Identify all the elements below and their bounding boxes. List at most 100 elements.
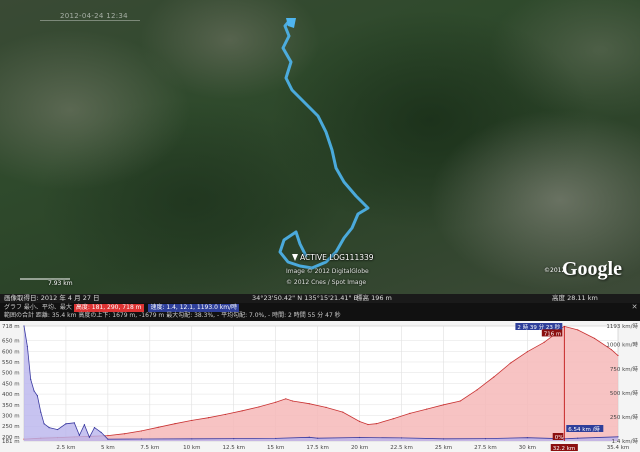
x-tick-label: 12.5 km [222,445,245,451]
gps-track-start-marker [286,18,296,28]
track-label[interactable]: ACTIVE LOG111339 [300,253,374,262]
gps-track [278,18,370,270]
right-tick-label: 500 km/時 [610,389,639,397]
series-point-elevation [426,408,428,410]
series-point-speed [78,434,80,436]
series-point-speed [317,437,319,439]
profile-stats-row: グラフ 最小、平均、最大 高度: 181, 290, 718 m 速度: 1.4… [4,304,242,312]
x-tick-label: 30 km [519,445,536,451]
series-point-elevation [493,376,495,378]
series-point-speed [36,395,39,397]
x-tick-label: 27.5 km [474,445,497,451]
series-point-elevation [409,412,411,414]
map-view[interactable]: 2012-04-24 12:34 ACTIVE LOG111339 Image … [0,0,640,294]
left-tick-label: 650 m [2,339,20,345]
profile-range-summary: 範囲の合計 距離: 35.4 km 高度の上下: 1679 m, -1679 m… [4,312,341,319]
stats-prefix: グラフ 最小、平均、最大 [4,304,72,311]
series-point-elevation [617,354,619,357]
series-point-speed [40,411,42,413]
cursor-distance-label: 32.2 km [553,446,576,452]
x-tick-label: 35.4 km [607,445,630,451]
series-point-elevation [358,420,361,423]
series-point-speed [48,427,50,429]
left-tick-label: 300 m [2,414,20,420]
series-point-elevation [375,423,377,425]
series-point-speed [56,428,59,431]
series-point-speed [93,427,96,429]
series-point-speed [308,436,310,438]
speed-stats[interactable]: 速度: 1.4, 12.1, 1193.0 km/時 [148,304,240,312]
track-pin-icon[interactable] [292,254,298,261]
series-point-elevation [577,329,579,331]
series-point-elevation [342,411,344,413]
series-point-speed [442,438,445,440]
x-tick-label: 22.5 km [390,445,413,451]
x-tick-label: 17.5 km [306,445,329,451]
series-point-speed [484,438,487,440]
right-tick-label: 1193 km/時 [606,322,638,330]
eye-altitude: 高度 28.11 km [552,294,598,302]
series-point-speed [83,424,86,426]
left-tick-label: 550 m [2,360,20,366]
imagery-credit-2: © 2012 Cnes / Spot Image [286,279,367,286]
left-tick-label: 500 m [2,371,20,377]
x-tick-label: 2.5 km [56,445,75,451]
series-point-speed [400,437,403,439]
series-point-elevation [510,362,512,364]
left-tick-label: 600 m [2,349,20,355]
series-point-speed [33,390,35,392]
series-point-elevation [325,406,327,408]
scale-label: 7.93 km [48,280,73,287]
series-point-elevation [476,389,478,391]
x-tick-label: 5 km [101,445,115,451]
series-point-elevation [241,410,243,412]
elevation-profile-chart[interactable]: 718 m 650 m 600 m 550 m 500 m 450 m 400 m 350 m… [0,321,640,452]
right-tick-label: 750 km/時 [610,365,639,373]
series-point-elevation [157,426,159,428]
series-point-elevation [207,417,210,419]
x-tick-label: 20 km [351,445,368,451]
profile-svg[interactable]: 718 m 650 m 600 m 550 m 500 m 450 m 400 m 350 m… [0,321,640,452]
elevation-stats[interactable]: 高度: 181, 290, 718 m [73,304,144,312]
x-tick-label: 7.5 km [140,445,159,451]
cursor-elevation-label: 716 m [544,331,562,337]
series-point-speed [65,423,67,425]
series-point-elevation [459,400,461,402]
series-point-elevation [308,403,310,405]
google-logo: Google [562,258,622,280]
left-tick-label: 250 m [2,424,20,430]
series-point-speed [233,438,235,440]
right-tick-label: 250 km/時 [610,413,639,421]
image-date: 画像取得日: 2012 年 4 月 27 日 [4,294,100,302]
series-point-speed [23,325,25,327]
series-point-speed [191,438,193,440]
close-icon[interactable]: ✕ [631,304,638,311]
left-tick-label: 718 m [2,324,20,330]
cursor-coordinates: 34°23'50.42" N 135°15'21.41" E [252,294,358,302]
series-point-speed [30,378,32,380]
cursor-speed-label: 6.54 km /時 [568,425,600,433]
series-point-elevation [191,419,193,422]
series-point-elevation [526,351,528,353]
series-point-elevation [367,423,369,426]
left-tick-label: 400 m [2,392,20,398]
series-point-speed [526,437,528,439]
series-point-elevation [392,418,394,420]
series-point-speed [358,436,361,439]
series-point-speed [107,438,109,440]
left-tick-label: 181 m [2,439,20,445]
x-axis-ticks: 2.5 km 5 km 7.5 km 10 km 12.5 km 15 km 17.5 km… [56,445,629,451]
x-tick-label: 25 km [435,445,452,451]
left-axis-ticks: 718 m 650 m 600 m 550 m 500 m 450 m 400 m 350 m… [2,324,20,445]
status-bar: 画像取得日: 2012 年 4 月 27 日 34°23'50.42" N 13… [0,294,640,303]
right-tick-label: 1000 km/時 [606,341,638,349]
series-point-speed [73,422,75,424]
series-point-speed [577,437,579,439]
series-point-elevation [258,406,260,408]
series-point-speed [88,436,91,438]
series-point-elevation [107,435,109,437]
left-tick-label: 450 m [2,381,20,387]
series-point-speed [100,431,102,434]
series-point-elevation [174,423,176,425]
series-point-speed [617,436,619,438]
